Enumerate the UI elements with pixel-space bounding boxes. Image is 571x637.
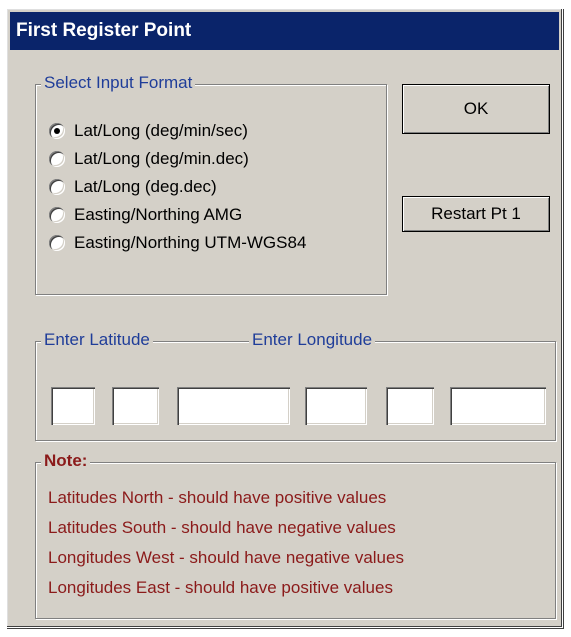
radio-option-deg-dec[interactable]: Lat/Long (deg.dec) [49,174,217,200]
note-group: Note: Latitudes North - should have posi… [35,451,556,619]
latitude-degrees-input[interactable] [51,387,95,425]
radio-label: Lat/Long (deg.dec) [74,177,217,196]
radio-option-deg-min-sec[interactable]: Lat/Long (deg/min/sec) [49,118,248,144]
note-latitudes-south: Latitudes South - should have negative v… [48,518,396,537]
coordinates-group: Enter Latitude Enter Longitude [35,330,556,441]
longitude-label: Enter Longitude [249,330,376,350]
note-legend: Note: [41,451,91,471]
longitude-minutes-input[interactable] [386,387,434,425]
longitude-seconds-input[interactable] [450,387,546,425]
radio-label: Lat/Long (deg/min.dec) [74,149,249,168]
radio-button-selected-icon[interactable] [49,123,65,139]
input-format-legend: Select Input Format [41,73,196,93]
radio-option-easting-northing-amg[interactable]: Easting/Northing AMG [49,202,242,228]
radio-button-icon[interactable] [49,235,65,251]
latitude-minutes-input[interactable] [112,387,159,425]
latitude-seconds-input[interactable] [177,387,290,425]
radio-label: Easting/Northing UTM-WGS84 [74,233,307,252]
restart-point-button[interactable]: Restart Pt 1 [402,196,550,232]
radio-label: Easting/Northing AMG [74,205,243,224]
ok-button[interactable]: OK [402,84,550,134]
radio-option-deg-min-dec[interactable]: Lat/Long (deg/min.dec) [49,146,249,172]
radio-option-easting-northing-utm[interactable]: Easting/Northing UTM-WGS84 [49,230,306,256]
note-latitudes-north: Latitudes North - should have positive v… [48,488,387,507]
radio-label: Lat/Long (deg/min/sec) [74,121,248,140]
note-longitudes-east: Longitudes East - should have positive v… [48,578,393,597]
radio-button-icon[interactable] [49,151,65,167]
first-register-point-dialog: First Register Point Select Input Format… [6,8,563,628]
input-format-group: Select Input Format Lat/Long (deg/min/se… [35,73,387,295]
latitude-label: Enter Latitude [41,330,153,350]
title-bar[interactable]: First Register Point [10,12,559,50]
window-title: First Register Point [16,20,192,41]
note-longitudes-west: Longitudes West - should have negative v… [48,548,404,567]
radio-button-icon[interactable] [49,179,65,195]
radio-button-icon[interactable] [49,207,65,223]
longitude-degrees-input[interactable] [305,387,367,425]
